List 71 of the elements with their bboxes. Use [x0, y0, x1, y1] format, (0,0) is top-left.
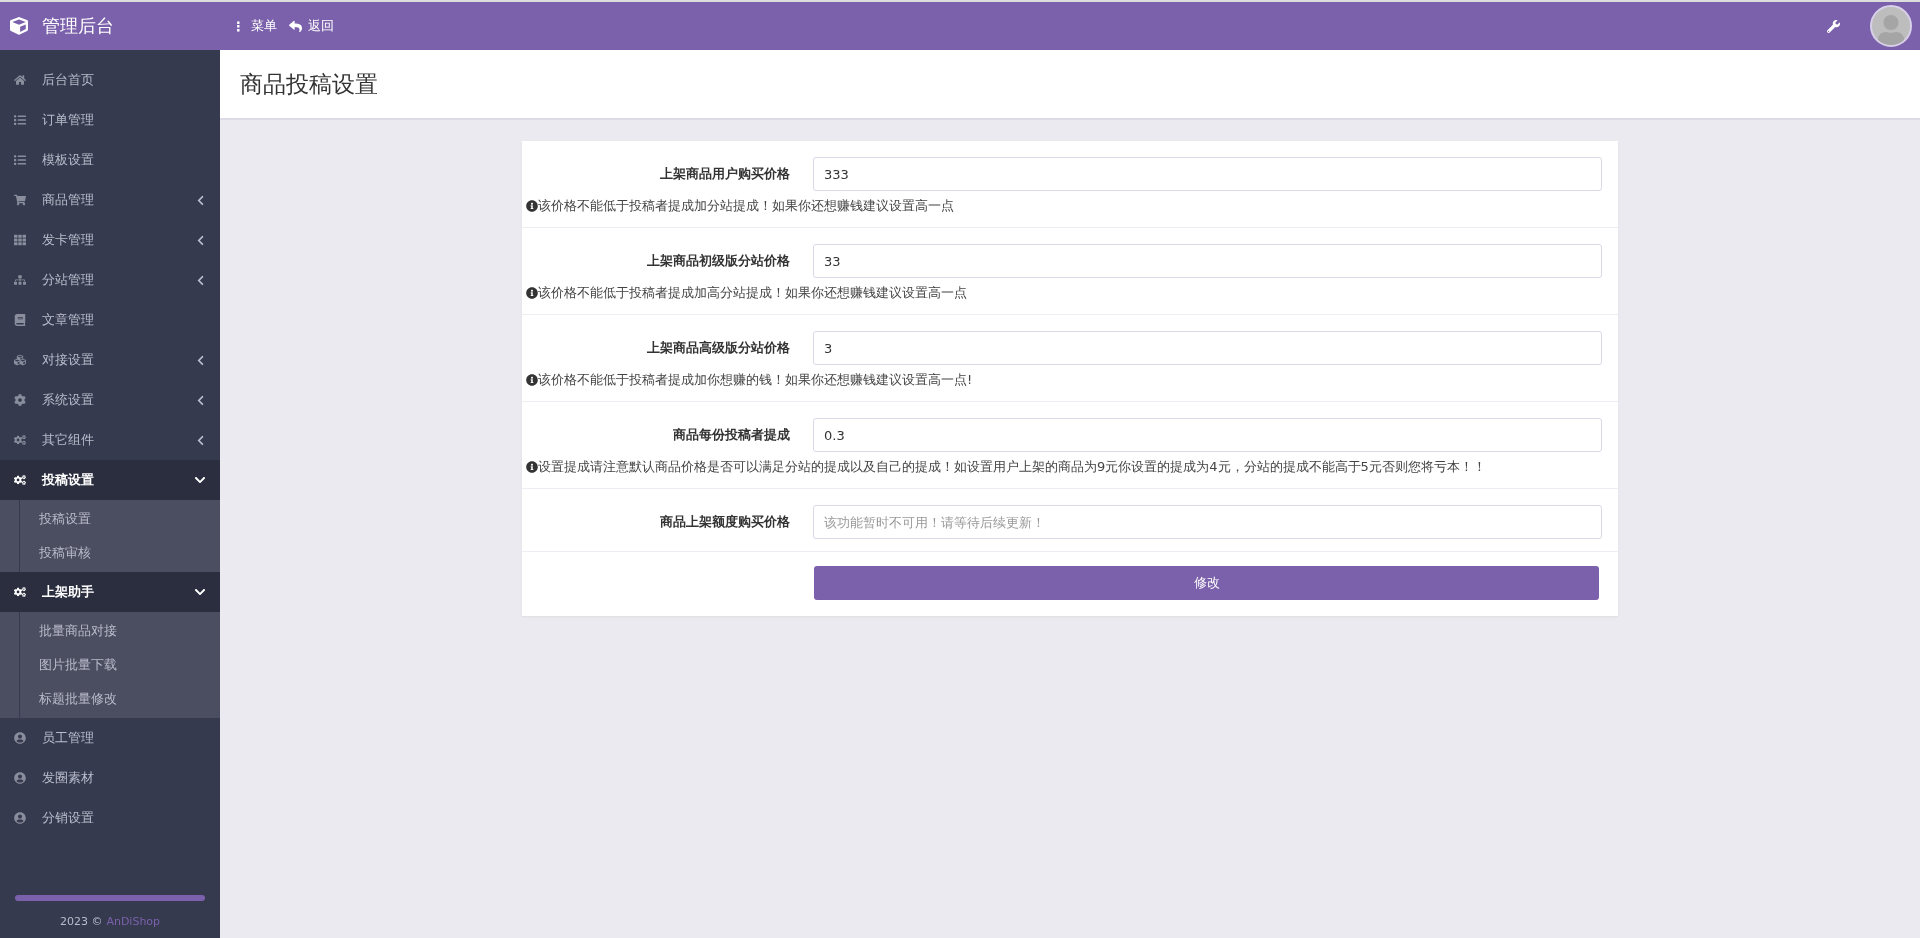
page-title: 商品投稿设置: [240, 69, 378, 99]
sidebar-item[interactable]: 模板设置: [0, 140, 220, 180]
user-icon: [14, 732, 26, 744]
gears-icon: [14, 434, 26, 446]
field-label: 商品上架额度购买价格: [659, 513, 791, 531]
home-icon: [14, 74, 26, 86]
submenu-item[interactable]: 投稿设置: [20, 502, 220, 536]
input-field[interactable]: 0.3: [813, 418, 1602, 452]
sidebar-item[interactable]: 后台首页: [0, 60, 220, 100]
chevron-left-icon: [195, 434, 206, 446]
sidebar-item[interactable]: 分站管理: [0, 260, 220, 300]
submenu-item[interactable]: 投稿审核: [20, 536, 220, 570]
submenu-item[interactable]: 批量商品对接: [20, 614, 220, 648]
avatar[interactable]: [1870, 5, 1912, 47]
user-icon: [14, 812, 26, 824]
chevron-left-icon: [195, 234, 206, 246]
sidebar-item[interactable]: 文章管理: [0, 300, 220, 340]
chevron-left-icon: [195, 354, 206, 366]
input-field[interactable]: 33: [813, 244, 1602, 278]
sidebar-item[interactable]: 对接设置: [0, 340, 220, 380]
help-text: 该价格不能低于投稿者提成加高分站提成！如果你还想赚钱建议设置高一点: [538, 284, 967, 302]
input-field[interactable]: 333: [813, 157, 1602, 191]
brand-title: 管理后台: [42, 14, 114, 38]
help-text: 该价格不能低于投稿者提成加你想赚的钱！如果你还想赚钱建议设置高一点!: [538, 371, 973, 389]
chevron-down-icon: [194, 586, 206, 598]
sidebar-item[interactable]: 投稿设置: [0, 460, 220, 500]
sitemap-icon: [14, 274, 26, 286]
sidebar-item[interactable]: 上架助手: [0, 572, 220, 612]
help-text: 该价格不能低于投稿者提成加分站提成！如果你还想赚钱建议设置高一点: [538, 197, 954, 215]
cubes-icon: [14, 354, 26, 366]
sidebar-item[interactable]: 员工管理: [0, 718, 220, 758]
sidebar-item[interactable]: 其它组件: [0, 420, 220, 460]
field-label: 商品每份投稿者提成: [672, 426, 791, 444]
field-label: 上架商品用户购买价格: [659, 165, 791, 183]
sidebar-item[interactable]: 系统设置: [0, 380, 220, 420]
list-icon: [14, 114, 26, 126]
submenu-item[interactable]: 标题批量修改: [20, 682, 220, 716]
chevron-left-icon: [195, 274, 206, 286]
book-icon: [14, 314, 26, 326]
submenu-item[interactable]: 图片批量下载: [20, 648, 220, 682]
cart-icon: [14, 194, 26, 206]
cube-icon: [10, 17, 28, 35]
sidebar-item[interactable]: 订单管理: [0, 100, 220, 140]
info-icon: [526, 461, 538, 473]
settings-icon: [14, 394, 26, 406]
reply-icon: [289, 19, 302, 33]
help-text: 设置提成请注意默认商品价格是否可以满足分站的提成以及自己的提成！如设置用户上架的商品为9元你设置的提成为4元，分站的提成不能高于5元否则您将亏本！！: [538, 458, 1486, 476]
sidebar-item[interactable]: 商品管理: [0, 180, 220, 220]
user-icon: [14, 772, 26, 784]
sidebar-item[interactable]: 分销设置: [0, 798, 220, 838]
chevron-left-icon: [195, 194, 206, 206]
info-icon: [526, 200, 538, 212]
copyright-text: 2023 ©: [59, 915, 103, 928]
wrench-icon[interactable]: [1827, 19, 1840, 33]
field-label: 上架商品高级版分站价格: [646, 339, 791, 357]
chevron-down-icon: [194, 474, 206, 486]
submit-button[interactable]: 修改: [814, 566, 1599, 600]
gears-icon: [14, 586, 26, 598]
field-label: 上架商品初级版分站价格: [646, 252, 791, 270]
info-icon: [526, 374, 538, 386]
grid-icon: [14, 234, 26, 246]
input-field[interactable]: 3: [813, 331, 1602, 365]
sidebar-item[interactable]: 发圈素材: [0, 758, 220, 798]
chevron-left-icon: [195, 394, 206, 406]
gears-icon: [14, 474, 26, 486]
sidebar-item[interactable]: 发卡管理: [0, 220, 220, 260]
input-field[interactable]: 该功能暂时不可用！请等待后续更新！: [813, 505, 1602, 539]
info-icon: [526, 287, 538, 299]
list-icon: [14, 154, 26, 166]
back-link[interactable]: 返回: [289, 17, 334, 35]
menu-link[interactable]: ⋮ 菜单: [232, 17, 277, 35]
